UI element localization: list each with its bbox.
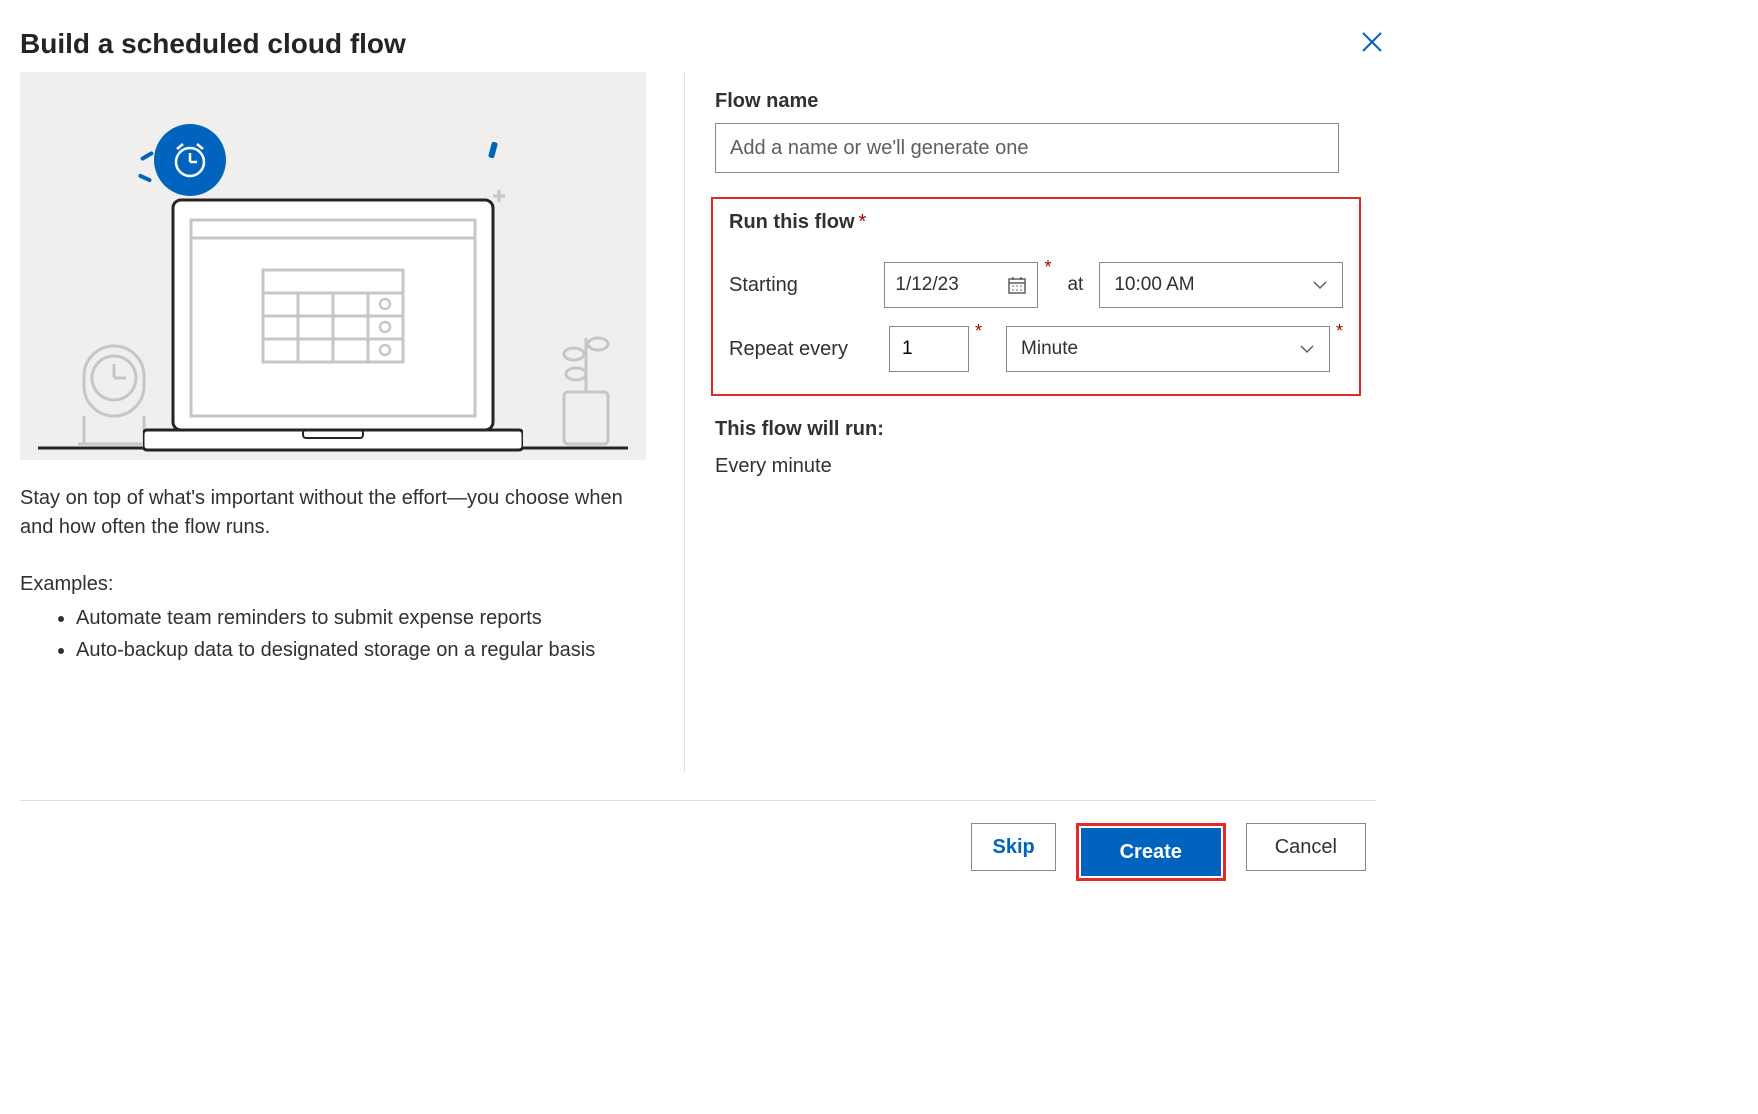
- required-indicator: *: [1336, 321, 1343, 342]
- example-item: Auto-backup data to designated storage o…: [76, 635, 644, 665]
- flow-name-input[interactable]: [715, 123, 1339, 173]
- required-indicator: *: [975, 321, 982, 342]
- starting-label: Starting: [729, 274, 884, 297]
- close-icon: [1360, 30, 1384, 54]
- skip-button[interactable]: Skip: [971, 823, 1055, 871]
- flow-name-label: Flow name: [715, 90, 818, 113]
- alarm-clock-icon: [154, 124, 226, 196]
- flow-will-run-value: Every minute: [715, 455, 1386, 478]
- repeat-every-label: Repeat every: [729, 338, 889, 361]
- run-this-flow-label: Run this flow*: [729, 211, 866, 234]
- close-button[interactable]: [1358, 28, 1386, 56]
- at-label: at: [1067, 274, 1083, 296]
- chevron-down-icon: [1312, 277, 1328, 293]
- plant-illustration: [536, 310, 636, 450]
- starting-date-value: 1/12/23: [895, 274, 958, 296]
- example-item: Automate team reminders to submit expens…: [76, 603, 644, 633]
- cancel-button[interactable]: Cancel: [1246, 823, 1366, 871]
- create-highlight: Create: [1076, 823, 1226, 881]
- illustration: [20, 72, 646, 460]
- flow-will-run-label: This flow will run:: [715, 418, 1386, 441]
- examples-label: Examples:: [20, 570, 644, 599]
- clock-illustration: [78, 340, 150, 450]
- dialog-title: Build a scheduled cloud flow: [20, 28, 406, 60]
- repeat-unit-value: Minute: [1021, 338, 1078, 360]
- laptop-illustration: [143, 160, 523, 460]
- starting-date-picker[interactable]: 1/12/23: [884, 262, 1038, 308]
- description-text: Stay on top of what's important without …: [20, 484, 644, 542]
- repeat-unit-select[interactable]: Minute: [1006, 326, 1330, 372]
- calendar-icon: [1007, 275, 1027, 295]
- starting-time-select[interactable]: 10:00 AM: [1099, 262, 1343, 308]
- create-button[interactable]: Create: [1081, 828, 1221, 876]
- repeat-count-input[interactable]: [889, 326, 969, 372]
- starting-time-value: 10:00 AM: [1114, 274, 1194, 296]
- required-indicator: *: [1044, 257, 1051, 278]
- schedule-highlight: Run this flow* Starting 1/12/23: [711, 197, 1361, 396]
- chevron-down-icon: [1299, 341, 1315, 357]
- vertical-divider: [684, 72, 685, 772]
